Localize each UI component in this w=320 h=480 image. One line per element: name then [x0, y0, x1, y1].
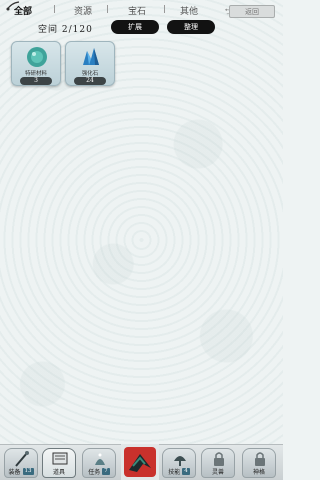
teal-orb-icon: [27, 47, 47, 67]
nav-label-text: 技能: [168, 468, 181, 476]
brush-pen-icon: [15, 451, 29, 467]
nav-badge: 4: [182, 467, 190, 475]
item-count: 3: [20, 77, 52, 85]
nav-label: 装备 13: [7, 467, 35, 476]
center-feature-button[interactable]: [121, 444, 159, 480]
tab-divider: [54, 5, 55, 13]
tab-all[interactable]: 全部: [14, 4, 32, 17]
scroll-icon: [52, 452, 68, 465]
nav-label-text: 道具: [52, 468, 65, 476]
nav-label-text: 装备: [8, 468, 21, 476]
inventory-item[interactable]: 特研材料 3: [11, 41, 61, 86]
blue-crystal-icon: [83, 48, 99, 65]
item-name: 强化石: [81, 71, 99, 77]
tree-icon: [174, 456, 186, 466]
nav-label-text: 任务: [88, 468, 101, 476]
space-capacity: 空间 2/120: [38, 22, 93, 35]
category-tabs: 全部 资源 宝石 其他 ⮌ 返回: [0, 0, 283, 18]
nav-badge: 7: [102, 467, 110, 475]
nav-badge: 13: [22, 467, 34, 475]
nav-label: 任务 7: [85, 467, 113, 476]
sort-button[interactable]: 整理: [167, 20, 215, 34]
expand-button[interactable]: 扩展: [111, 20, 159, 34]
nav-label: 技能 4: [165, 467, 193, 476]
lock-icon: [255, 452, 265, 466]
nav-label-text: 神格: [252, 468, 265, 476]
nav-label: 灵兽: [204, 467, 232, 476]
tab-divider: [164, 5, 165, 13]
item-count: 24: [74, 77, 106, 85]
back-button[interactable]: 返回: [229, 5, 275, 18]
red-phoenix-icon: [124, 447, 156, 477]
nav-label: 道具: [45, 467, 73, 476]
nav-skills[interactable]: 技能 4: [162, 448, 196, 478]
sparkle-bag-icon: [95, 453, 105, 465]
space-value: 2/120: [61, 25, 93, 35]
item-name: 特研材料: [24, 71, 47, 77]
tab-resources[interactable]: 资源: [74, 4, 92, 17]
nav-spirit-beast[interactable]: 灵兽: [201, 448, 235, 478]
nav-tasks[interactable]: 任务 7: [82, 448, 116, 478]
nav-equipment[interactable]: 装备 13: [4, 448, 38, 478]
nav-divinity[interactable]: 神格: [242, 448, 276, 478]
inventory-item[interactable]: 强化石 24: [65, 41, 115, 86]
tab-divider: [107, 5, 108, 13]
nav-label: 神格: [245, 467, 273, 476]
nav-label-text: 灵兽: [211, 468, 224, 476]
lock-icon: [214, 452, 224, 466]
tab-other[interactable]: 其他: [180, 4, 198, 17]
space-label: 空间: [38, 25, 59, 35]
tab-gems[interactable]: 宝石: [128, 4, 146, 17]
nav-items[interactable]: 道具: [42, 448, 76, 478]
